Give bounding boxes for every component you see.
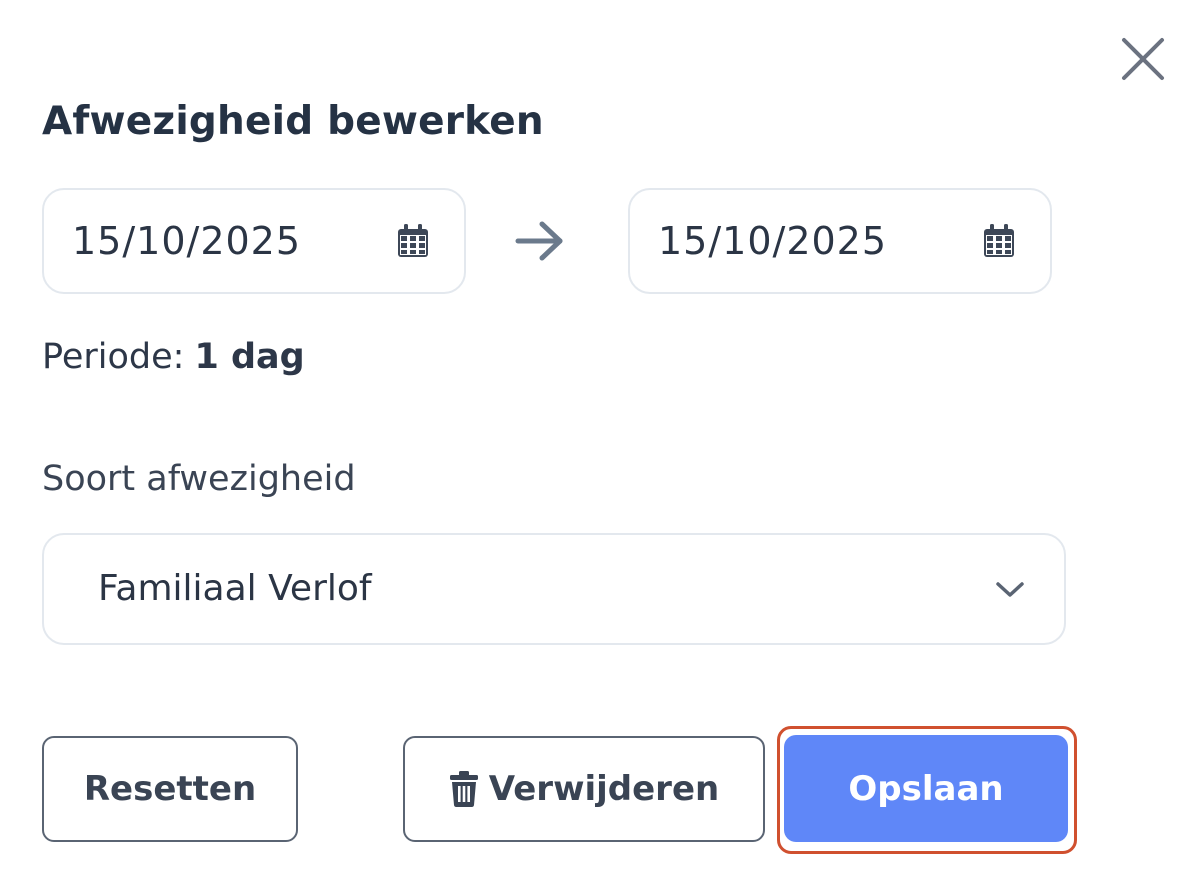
save-button[interactable]: Opslaan (784, 735, 1068, 842)
start-date-value: 15/10/2025 (72, 219, 302, 263)
calendar-icon[interactable] (396, 223, 430, 259)
absence-type-label: Soort afwezigheid (42, 459, 356, 499)
arrow-right-icon (515, 221, 563, 261)
reset-button[interactable]: Resetten (42, 736, 298, 842)
save-button-label: Opslaan (848, 768, 1004, 809)
trash-icon (449, 771, 478, 807)
period-value: 1 dag (194, 337, 305, 377)
period-label: Periode: (42, 337, 185, 377)
chevron-down-icon (996, 582, 1024, 597)
absence-type-value: Familiaal Verlof (98, 568, 372, 609)
end-date-value: 15/10/2025 (658, 219, 888, 263)
close-icon[interactable] (1118, 34, 1168, 84)
absence-type-select[interactable]: Familiaal Verlof (42, 533, 1066, 645)
calendar-icon[interactable] (982, 223, 1016, 259)
start-date-field[interactable]: 15/10/2025 (42, 188, 466, 294)
dialog-title: Afwezigheid bewerken (42, 99, 544, 144)
delete-button[interactable]: Verwijderen (403, 736, 765, 842)
delete-button-label: Verwijderen (488, 769, 720, 809)
reset-button-label: Resetten (83, 769, 257, 809)
period-summary: Periode: 1 dag (42, 334, 305, 380)
end-date-field[interactable]: 15/10/2025 (628, 188, 1052, 294)
